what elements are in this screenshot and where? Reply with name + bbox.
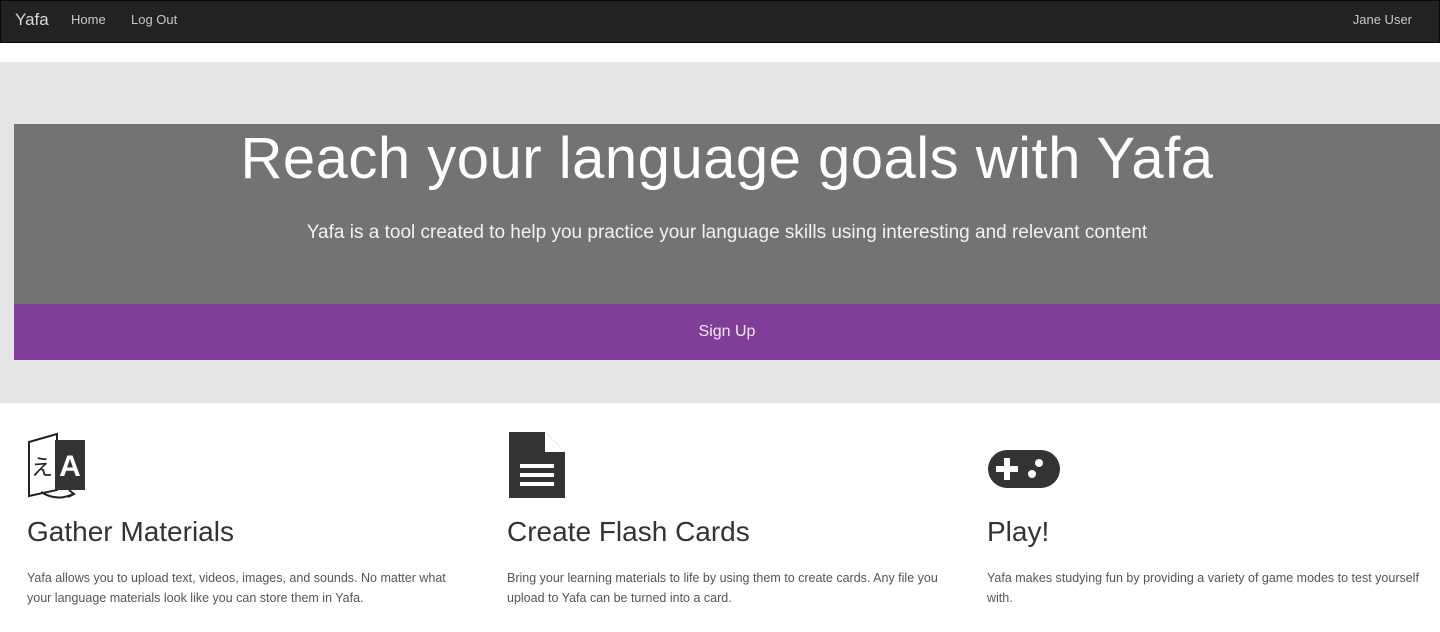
document-icon — [509, 431, 566, 498]
svg-text:A: A — [59, 450, 81, 483]
hero-banner: Reach your language goals with Yafa Yafa… — [14, 124, 1440, 304]
nav-logout-link[interactable]: Log Out — [131, 12, 177, 27]
svg-text:え: え — [31, 456, 53, 481]
hero-subtitle: Yafa is a tool created to help you pract… — [306, 222, 1148, 243]
jumbotron: Reach your language goals with Yafa Yafa… — [0, 62, 1440, 403]
gamepad-icon — [988, 450, 1060, 488]
translate-icon: A え — [28, 432, 85, 499]
feature-title: Create Flash Cards — [507, 516, 750, 547]
top-navbar: Yafa Home Log Out Jane User — [0, 0, 1440, 43]
brand-link[interactable]: Yafa — [15, 10, 49, 30]
hero-title: Reach your language goals with Yafa — [240, 126, 1214, 191]
feature-description: Bring your learning materials to life by… — [507, 571, 938, 605]
sign-up-button[interactable]: Sign Up — [14, 304, 1440, 360]
feature-create-flash-cards: Create Flash Cards Bring your learning m… — [507, 430, 947, 608]
feature-gather-materials: A え Gather Materials Yafa allows you to … — [27, 430, 467, 608]
nav-home-link[interactable]: Home — [71, 12, 106, 27]
user-menu-link[interactable]: Jane User — [1353, 12, 1412, 27]
feature-title: Play! — [987, 516, 1050, 547]
feature-play: Play! Yafa makes studying fun by providi… — [987, 430, 1439, 608]
feature-title: Gather Materials — [27, 516, 234, 547]
feature-description: Yafa allows you to upload text, videos, … — [27, 571, 446, 605]
feature-description: Yafa makes studying fun by providing a v… — [987, 571, 1419, 605]
